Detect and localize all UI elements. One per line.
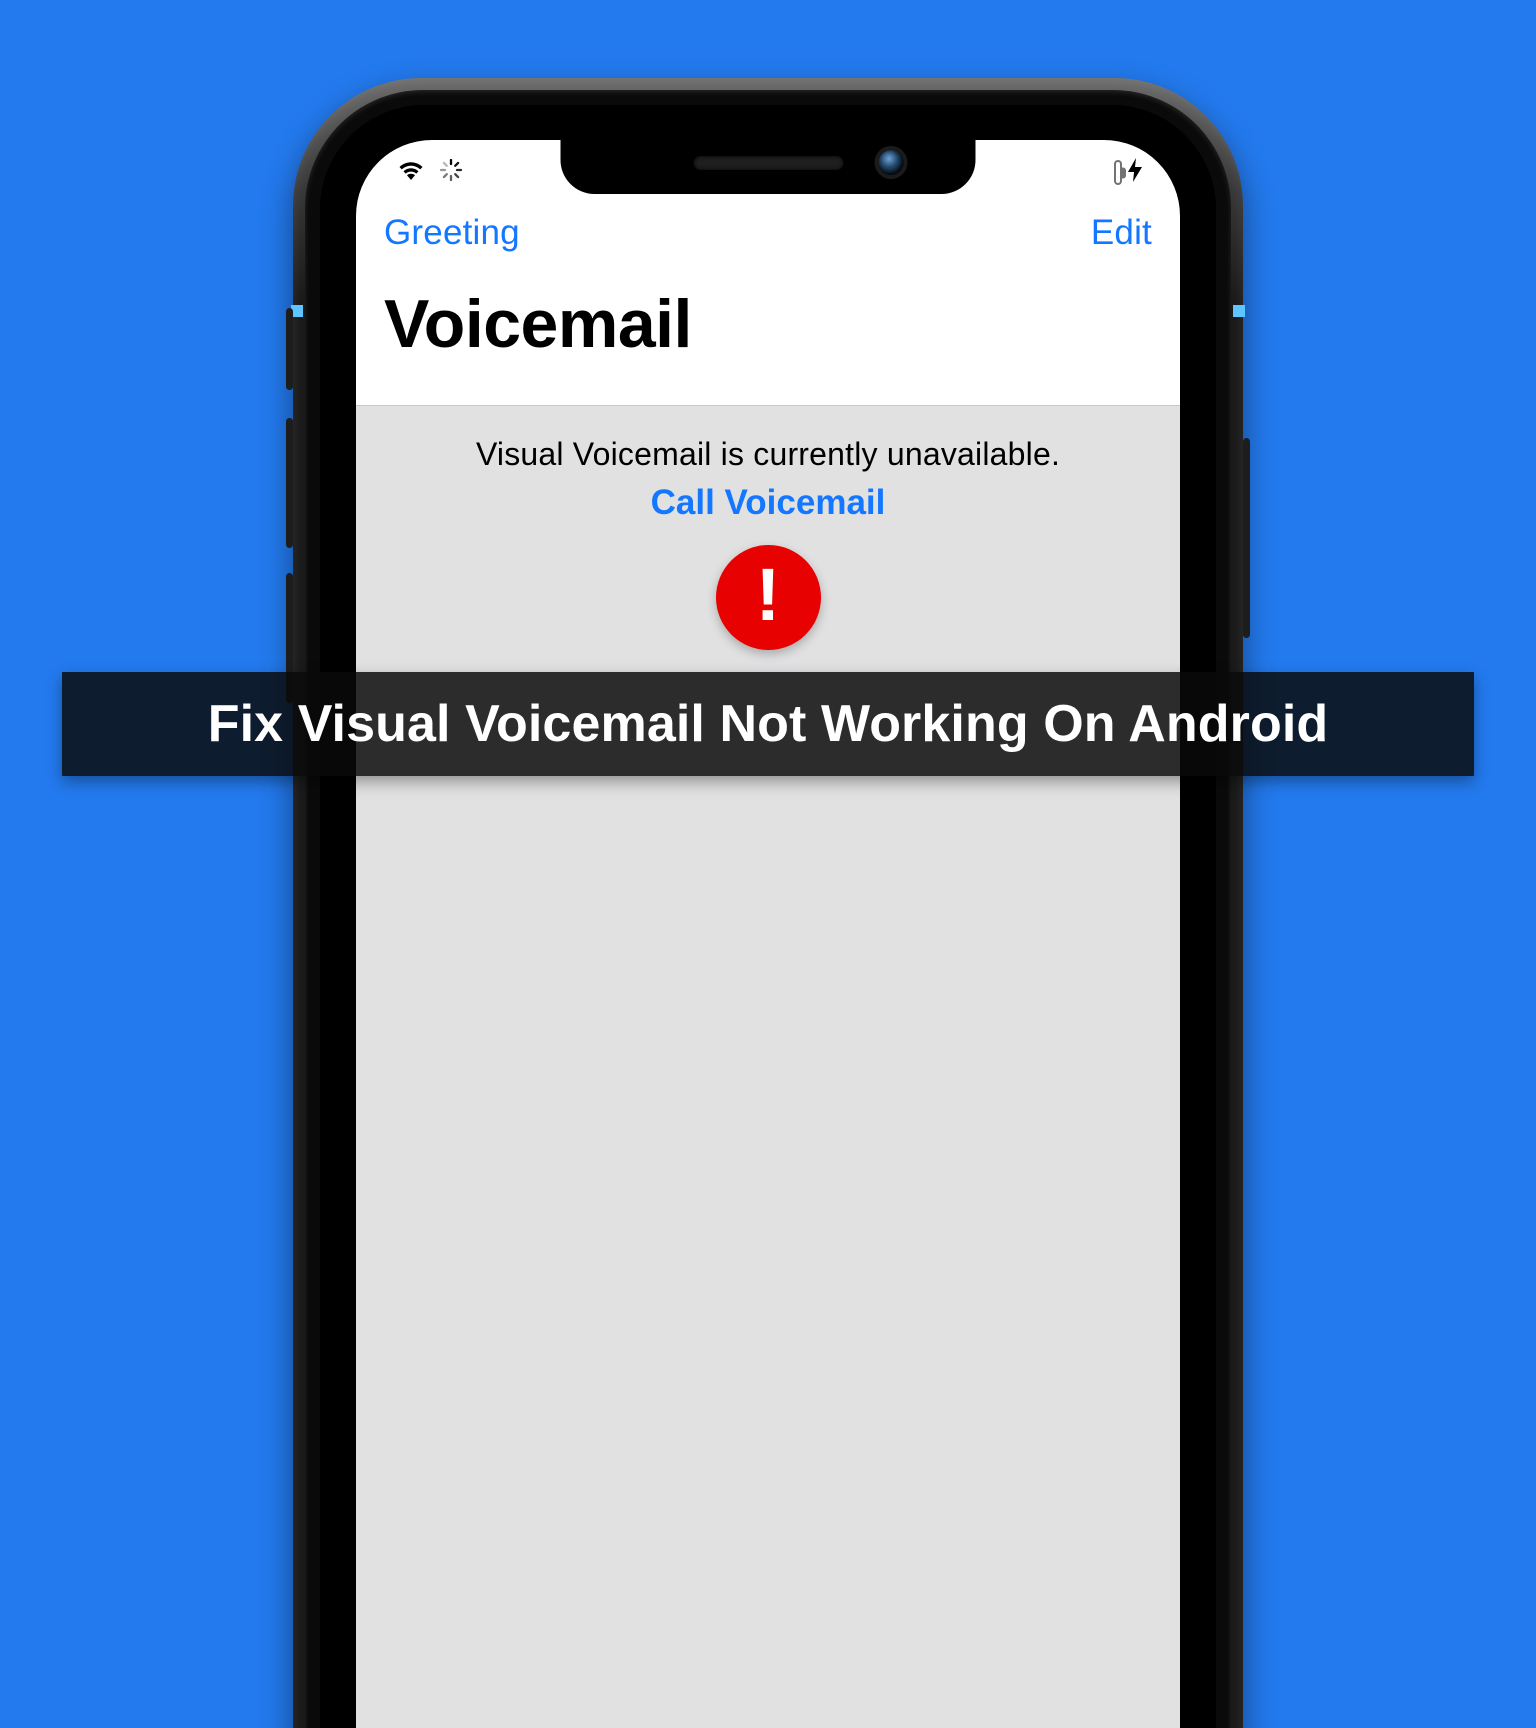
charging-bolt-icon bbox=[1128, 158, 1142, 188]
call-voicemail-link[interactable]: Call Voicemail bbox=[356, 483, 1180, 523]
power-button bbox=[1243, 438, 1250, 638]
edit-button[interactable]: Edit bbox=[1091, 213, 1152, 253]
content-area: Visual Voicemail is currently unavailabl… bbox=[356, 406, 1180, 1728]
page-title: Voicemail bbox=[384, 285, 692, 363]
greeting-button[interactable]: Greeting bbox=[384, 213, 520, 253]
status-bar bbox=[356, 140, 1180, 200]
unavailable-message: Visual Voicemail is currently unavailabl… bbox=[356, 406, 1180, 473]
volume-up-button bbox=[286, 418, 293, 548]
exclamation-icon: ! bbox=[756, 558, 781, 632]
battery-charging-icon bbox=[1114, 164, 1122, 182]
antenna-band-right bbox=[1233, 305, 1245, 317]
phone-frame: Greeting Edit Voicemail Visual Voicemail… bbox=[293, 78, 1243, 1728]
activity-spinner-icon bbox=[439, 158, 463, 187]
wifi-icon bbox=[396, 159, 426, 186]
caption-text: Fix Visual Voicemail Not Working On Andr… bbox=[208, 694, 1329, 754]
nav-bar: Greeting Edit bbox=[356, 200, 1180, 266]
phone-screen: Greeting Edit Voicemail Visual Voicemail… bbox=[356, 140, 1180, 1728]
error-badge: ! bbox=[716, 545, 821, 650]
caption-bar: Fix Visual Voicemail Not Working On Andr… bbox=[62, 672, 1474, 776]
mute-switch bbox=[286, 308, 293, 390]
